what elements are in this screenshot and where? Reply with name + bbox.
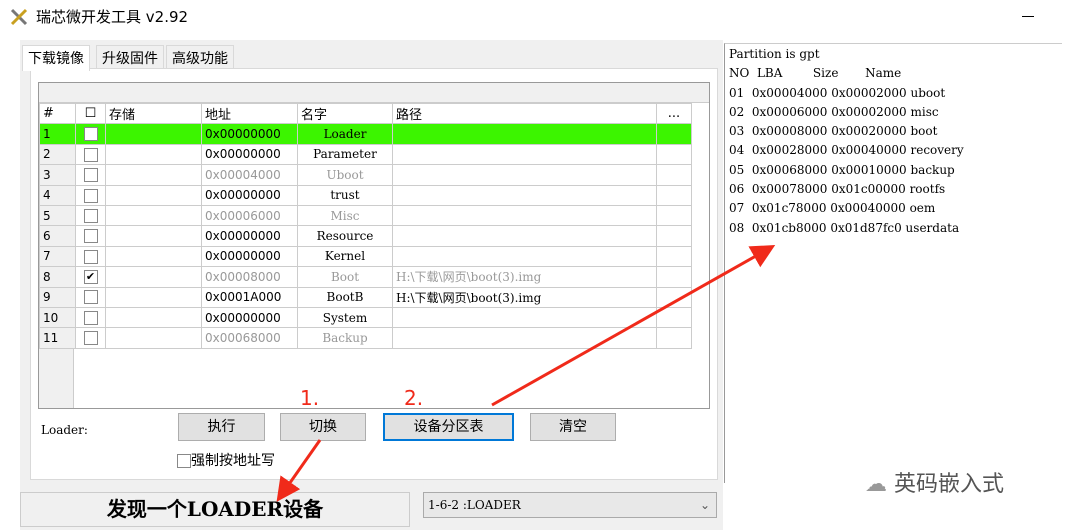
annotation-2: 2.: [404, 386, 424, 410]
annotation-1: 1.: [300, 386, 320, 410]
wechat-icon: ☁: [865, 472, 887, 497]
watermark: ☁ 英码嵌入式: [865, 472, 1005, 497]
arrow-1: [276, 439, 322, 502]
arrow-2: [491, 245, 776, 407]
annotation-arrows: [276, 245, 776, 502]
